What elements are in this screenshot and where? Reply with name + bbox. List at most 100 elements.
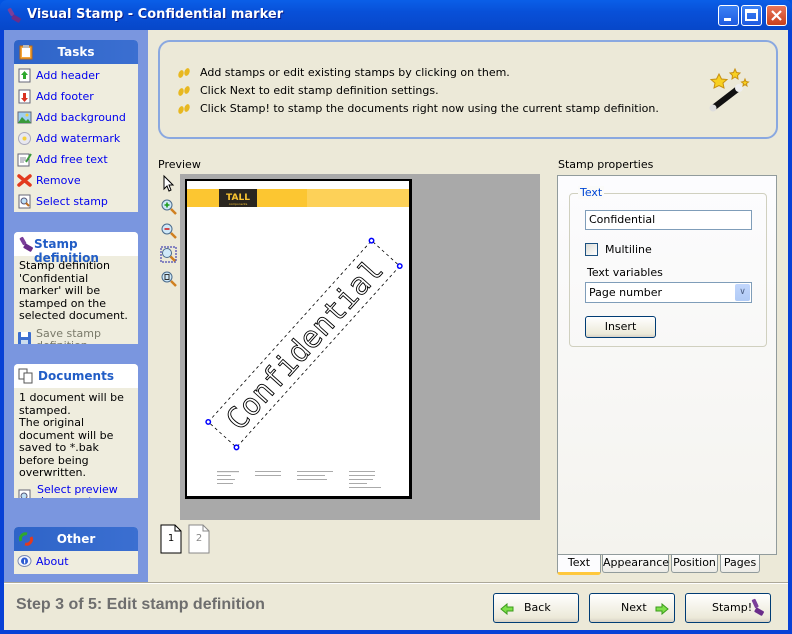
save-stamp-definition-link[interactable]: Save stamp definition bbox=[14, 327, 138, 344]
maximize-button[interactable] bbox=[741, 5, 762, 26]
maximize-icon bbox=[745, 9, 758, 21]
task-add-footer[interactable]: Add footer bbox=[14, 86, 138, 107]
save-label-line2: definition bbox=[36, 339, 138, 344]
tasks-panel-header[interactable]: Tasks bbox=[14, 40, 138, 64]
tab-text[interactable]: Text bbox=[557, 555, 601, 575]
text-variables-label: Text variables bbox=[587, 266, 663, 279]
task-add-background[interactable]: Add background bbox=[14, 107, 138, 128]
other-panel-header[interactable]: Other bbox=[14, 527, 138, 551]
documents-title: Documents bbox=[38, 369, 114, 383]
stamp-icon bbox=[751, 598, 764, 616]
stamp-button[interactable]: Stamp! bbox=[685, 593, 771, 623]
next-button[interactable]: Next bbox=[589, 593, 675, 623]
documents-panel: Documents 1 document will be stamped. Th… bbox=[14, 364, 138, 498]
chevron-down-icon[interactable]: ∨ bbox=[735, 284, 750, 301]
back-button[interactable]: Back bbox=[493, 593, 579, 623]
zoom-out-icon[interactable] bbox=[160, 222, 178, 240]
task-remove[interactable]: Remove bbox=[14, 170, 138, 191]
zoom-area-icon[interactable] bbox=[160, 246, 178, 264]
floppy-disk-icon bbox=[18, 331, 31, 344]
instruction-line: Click Next to edit stamp definition sett… bbox=[176, 84, 439, 100]
arrow-right-icon bbox=[655, 603, 669, 615]
info-icon bbox=[17, 555, 32, 567]
close-icon bbox=[771, 10, 782, 21]
task-add-header[interactable]: Add header bbox=[14, 65, 138, 86]
back-label: Back bbox=[524, 601, 551, 614]
insert-button[interactable]: Insert bbox=[585, 316, 656, 338]
window-title: Visual Stamp - Confidential marker bbox=[27, 7, 284, 22]
minimize-button[interactable] bbox=[718, 5, 739, 26]
logo-subtext: components bbox=[229, 202, 248, 206]
footsteps-icon bbox=[178, 68, 190, 78]
title-bar[interactable]: Visual Stamp - Confidential marker bbox=[0, 0, 792, 30]
task-label: Add free text bbox=[36, 153, 108, 166]
instruction-text: Click Next to edit stamp definition sett… bbox=[200, 84, 439, 97]
select-stamp-icon bbox=[18, 194, 31, 209]
tasks-panel: Tasks Add header Add footer Add backgrou… bbox=[14, 40, 138, 212]
task-label: Add header bbox=[36, 69, 100, 82]
instruction-text: Add stamps or edit existing stamps by cl… bbox=[200, 66, 510, 79]
zoom-fit-icon[interactable] bbox=[160, 270, 178, 288]
task-label: Add footer bbox=[36, 90, 94, 103]
text-variables-selected: Page number bbox=[589, 286, 663, 299]
preview-canvas[interactable]: TALL components Confidential bbox=[180, 174, 540, 520]
step-indicator: Step 3 of 5: Edit stamp definition bbox=[16, 596, 265, 613]
documents-header[interactable]: Documents bbox=[14, 364, 138, 388]
task-add-free-text[interactable]: Add free text bbox=[14, 149, 138, 170]
text-variables-dropdown[interactable]: Page number ∨ bbox=[585, 282, 752, 303]
tab-position[interactable]: Position bbox=[671, 555, 718, 573]
multiline-checkbox[interactable] bbox=[585, 243, 598, 256]
about-link[interactable]: About bbox=[14, 551, 138, 572]
select-preview-line2: document bbox=[37, 495, 138, 498]
other-panel-title: Other bbox=[56, 532, 96, 546]
instruction-line: Click Stamp! to stamp the documents righ… bbox=[176, 102, 659, 118]
other-panel: Other About bbox=[14, 527, 138, 574]
arrow-left-icon bbox=[500, 603, 514, 615]
select-preview-line1: Select preview bbox=[37, 482, 118, 496]
document-page[interactable]: TALL components Confidential bbox=[185, 179, 412, 499]
footsteps-icon bbox=[178, 86, 190, 96]
remove-icon bbox=[17, 174, 32, 187]
task-label: Add watermark bbox=[36, 132, 121, 145]
text-group-title: Text bbox=[578, 186, 605, 199]
footer-separator bbox=[4, 582, 788, 584]
minimize-icon bbox=[724, 18, 731, 21]
task-sidebar: Tasks Add header Add footer Add backgrou… bbox=[4, 30, 148, 582]
task-add-watermark[interactable]: Add watermark bbox=[14, 128, 138, 149]
tab-appearance[interactable]: Appearance bbox=[602, 555, 669, 573]
preview-label: Preview bbox=[158, 158, 201, 171]
document-page-render: TALL components Confidential bbox=[187, 189, 409, 488]
stamp-app-icon bbox=[7, 7, 21, 23]
page-thumbnail-2[interactable]: 2 bbox=[188, 524, 210, 554]
stamp-definition-panel: Stamp definition Stamp definition 'Confi… bbox=[14, 232, 138, 344]
stamp-definition-title: Stamp definition bbox=[34, 237, 99, 265]
stamp-properties-label: Stamp properties bbox=[558, 158, 654, 171]
add-background-icon bbox=[17, 111, 32, 124]
task-label: Add background bbox=[36, 111, 126, 124]
page-number: 2 bbox=[195, 533, 203, 544]
multiline-label[interactable]: Multiline bbox=[605, 243, 652, 256]
documents-description-2: The original document will be saved to *… bbox=[19, 416, 114, 479]
select-pointer-icon[interactable] bbox=[160, 174, 178, 192]
app-window: Visual Stamp - Confidential marker Tasks bbox=[0, 0, 792, 634]
page-number: 1 bbox=[167, 533, 175, 544]
zoom-in-icon[interactable] bbox=[160, 198, 178, 216]
tab-pages[interactable]: Pages bbox=[720, 555, 760, 573]
page-thumbnail-1[interactable]: 1 bbox=[160, 524, 182, 554]
close-button[interactable] bbox=[766, 5, 787, 26]
stamp-text-input[interactable]: Confidential bbox=[585, 210, 752, 230]
stamp-icon bbox=[19, 236, 33, 252]
stamp-object[interactable]: Confidential bbox=[205, 237, 403, 451]
select-preview-document-link[interactable]: Select preview document bbox=[14, 482, 138, 498]
about-label: About bbox=[36, 555, 69, 568]
header-photo bbox=[307, 189, 409, 207]
documents-description-1: 1 document will be stamped. bbox=[19, 391, 124, 417]
add-footer-icon bbox=[18, 89, 31, 104]
task-select-stamp[interactable]: Select stamp bbox=[14, 191, 138, 212]
stamp-definition-header[interactable]: Stamp definition bbox=[14, 232, 138, 265]
stamp-definition-description: Stamp definition 'Confidential marker' w… bbox=[19, 259, 128, 322]
select-preview-icon bbox=[18, 489, 31, 498]
footer-text-block bbox=[217, 471, 381, 488]
next-label: Next bbox=[621, 601, 647, 614]
footsteps-icon bbox=[178, 104, 190, 114]
